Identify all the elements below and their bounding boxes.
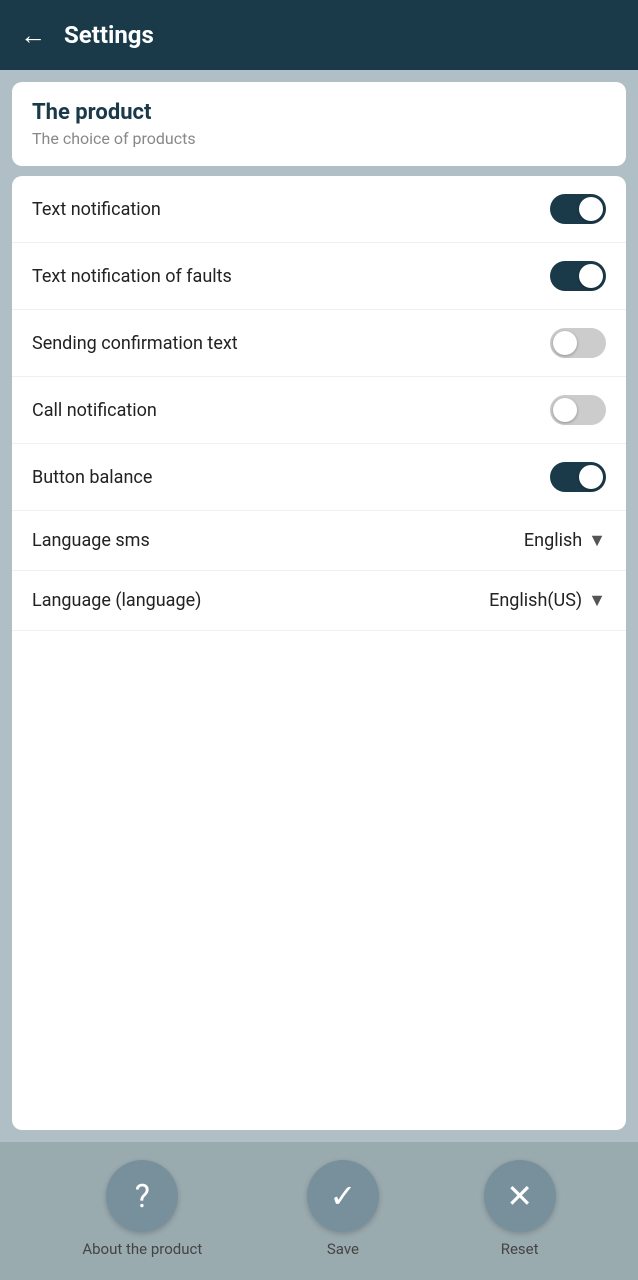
toggle-text_notification_faults[interactable] bbox=[550, 261, 606, 291]
about-icon: ? bbox=[106, 1160, 178, 1232]
dropdown-value-language_language: English(US) bbox=[489, 590, 582, 611]
setting-label-language_language: Language (language) bbox=[32, 590, 201, 611]
setting-row-language_sms: Language sms English ▼ bbox=[12, 511, 626, 571]
setting-label-text_notification_faults: Text notification of faults bbox=[32, 266, 232, 287]
setting-label-text_notification: Text notification bbox=[32, 199, 161, 220]
bottom-btn-reset[interactable]: ✕ Reset bbox=[484, 1160, 556, 1258]
bottom-btn-about[interactable]: ? About the product bbox=[82, 1160, 202, 1258]
setting-label-language_sms: Language sms bbox=[32, 530, 150, 551]
chevron-down-icon: ▼ bbox=[588, 590, 606, 611]
bottom-btn-label-save: Save bbox=[327, 1240, 359, 1258]
bottom-btn-save[interactable]: ✓ Save bbox=[307, 1160, 379, 1258]
header: ← Settings bbox=[0, 0, 638, 70]
setting-row-call_notification: Call notification bbox=[12, 377, 626, 444]
toggle-text_notification[interactable] bbox=[550, 194, 606, 224]
product-card: The product The choice of products bbox=[12, 82, 626, 166]
toggle-sending_confirmation_text[interactable] bbox=[550, 328, 606, 358]
dropdown-language_language[interactable]: English(US) ▼ bbox=[489, 590, 606, 611]
bottom-btn-label-about: About the product bbox=[82, 1240, 202, 1258]
product-subtitle: The choice of products bbox=[32, 129, 606, 148]
back-button[interactable]: ← bbox=[20, 20, 46, 51]
bottom-bar: ? About the product ✓ Save ✕ Reset bbox=[0, 1142, 638, 1280]
bottom-btn-label-reset: Reset bbox=[501, 1240, 539, 1258]
setting-row-text_notification_faults: Text notification of faults bbox=[12, 243, 626, 310]
setting-label-sending_confirmation_text: Sending confirmation text bbox=[32, 333, 238, 354]
setting-label-button_balance: Button balance bbox=[32, 467, 152, 488]
main-content: The product The choice of products Text … bbox=[0, 70, 638, 1142]
setting-row-text_notification: Text notification bbox=[12, 176, 626, 243]
page-title: Settings bbox=[64, 21, 154, 49]
setting-row-sending_confirmation_text: Sending confirmation text bbox=[12, 310, 626, 377]
setting-row-language_language: Language (language) English(US) ▼ bbox=[12, 571, 626, 631]
settings-spacer bbox=[12, 631, 626, 831]
save-icon: ✓ bbox=[307, 1160, 379, 1232]
toggle-button_balance[interactable] bbox=[550, 462, 606, 492]
settings-card: Text notification Text notification of fa… bbox=[12, 176, 626, 1130]
setting-label-call_notification: Call notification bbox=[32, 400, 157, 421]
dropdown-language_sms[interactable]: English ▼ bbox=[524, 530, 606, 551]
dropdown-value-language_sms: English bbox=[524, 530, 582, 551]
chevron-down-icon: ▼ bbox=[588, 530, 606, 551]
toggle-call_notification[interactable] bbox=[550, 395, 606, 425]
setting-row-button_balance: Button balance bbox=[12, 444, 626, 511]
product-name: The product bbox=[32, 100, 606, 125]
reset-icon: ✕ bbox=[484, 1160, 556, 1232]
